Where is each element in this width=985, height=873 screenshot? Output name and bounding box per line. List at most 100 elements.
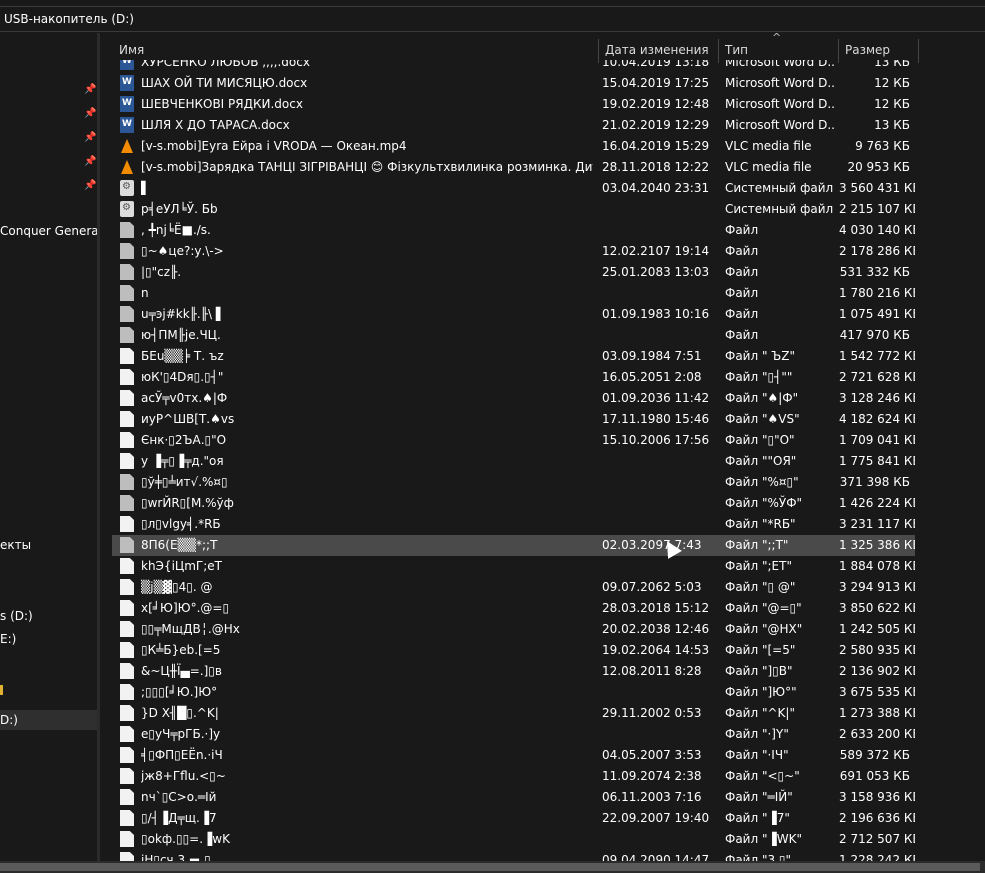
file-row[interactable]: &~Ц╫Ї▄=.]▯в 12.08.2011 8:28 Файл "]▯В" 2 13… bbox=[112, 661, 915, 682]
pin-icon: 📌 bbox=[84, 180, 97, 191]
word-icon bbox=[120, 75, 134, 91]
file-row[interactable]: Єнк·▯2ЪА.▯"О 15.10.2006 17:56 Файл "▯"О" 1 … bbox=[112, 430, 915, 451]
file-row[interactable]: ю┤ПМ╟je.ЧЦ. Файл 417 970 КБ bbox=[112, 325, 915, 346]
file-row[interactable]: ▯▯╤МщДВ╎.@Нх 20.02.2038 12:46 Файл "@НХ" 1 … bbox=[112, 619, 915, 640]
file-row[interactable]: p╡eУЛ╘Ў. Бb Системный файл 2 215 107 КБ bbox=[112, 199, 915, 220]
file-type: Файл "▐7" bbox=[725, 811, 790, 825]
file-row[interactable]: асЎ╤v0тх.♠|Ф 01.09.2036 11:42 Файл "♠|Ф" 3 … bbox=[112, 388, 915, 409]
file-size: 1 775 841 КБ bbox=[839, 454, 915, 468]
nav-item-projects[interactable]: екты bbox=[0, 535, 31, 555]
nav-scrollbar[interactable] bbox=[97, 33, 100, 861]
file-row[interactable]: khЭ{iЦmГ;eТ Файл ";ЕТ" 1 884 078 КБ bbox=[112, 556, 915, 577]
file-size: 12 КБ bbox=[874, 97, 910, 111]
file-row[interactable]: у ▐╤▯▐╤д."оя Файл ""ОЯ" 1 775 841 КБ bbox=[112, 451, 915, 472]
column-type-label: Тип bbox=[725, 43, 748, 57]
file-name: ;▯▯▯[╛Ю.]Ю° bbox=[141, 685, 218, 699]
column-date-header[interactable]: Дата изменения bbox=[600, 33, 718, 61]
file-name: x[╛Ю]Ю°.@=▯ bbox=[141, 601, 230, 615]
file-row[interactable]: ШЛЯ Х ДО ТАРАСА.docx 21.02.2019 12:29 Micr… bbox=[112, 115, 915, 136]
file-icon bbox=[120, 684, 134, 700]
file-row[interactable]: ХУРСЕНКО ЛЮБОВ ,,,,.docx 10.04.2019 13:18… bbox=[112, 60, 915, 73]
file-icon bbox=[120, 831, 134, 847]
file-row[interactable]: iH▯сч 3 ▬ ▯ 09.04.2090 14:47 Файл "3 ▯" 1 2… bbox=[112, 850, 915, 861]
file-type: Файл "▯"О" bbox=[725, 433, 795, 447]
file-row[interactable]: jж8+Гflu.<▯~ 11.09.2074 2:38 Файл "<▯~" 691… bbox=[112, 766, 915, 787]
file-icon bbox=[120, 810, 134, 826]
file-icon bbox=[120, 621, 134, 637]
file-row[interactable]: [v-s.mobi]Eyra Ейра і VRODA — Океан.mp4 1… bbox=[112, 136, 915, 157]
file-size: 3 158 936 КБ bbox=[839, 790, 915, 804]
file-size: 1 242 505 КБ bbox=[839, 622, 915, 636]
file-date: 09.04.2090 14:47 bbox=[602, 853, 710, 861]
file-row[interactable]: x[╛Ю]Ю°.@=▯ 28.03.2018 15:12 Файл "@=▯" 3 8… bbox=[112, 598, 915, 619]
file-row[interactable]: nч`▯C>о.═Ій 06.11.2003 7:16 Файл "═ІЙ" 3 15… bbox=[112, 787, 915, 808]
file-row[interactable]: ▯wrЙR▯[М.%ўф Файл "%ЎФ" 1 426 224 КБ bbox=[112, 493, 915, 514]
file-size: 3 128 246 КБ bbox=[839, 391, 915, 405]
file-row[interactable]: u╤эj#kk╟.╟\ ▌ 01.09.1983 10:16 Файл 1 075 4… bbox=[112, 304, 915, 325]
file-icon bbox=[120, 474, 134, 490]
file-type: Файл "@НХ" bbox=[725, 622, 803, 636]
file-icon bbox=[120, 264, 134, 280]
file-name: ШАХ ОЙ ТИ МИСЯЦЮ.docx bbox=[141, 76, 308, 90]
address-path[interactable]: USB-накопитель (D:) bbox=[4, 12, 134, 26]
file-row[interactable]: e▯yЧ╤рГБ.·]у Файл "·]Y" 2 633 200 КБ bbox=[112, 724, 915, 745]
file-row[interactable]: ▯ў╪▯╧ит√.%¤▯ Файл "%¤▯" 371 398 КБ bbox=[112, 472, 915, 493]
file-row[interactable]: ▒j▒▓▯4▯. @ 09.07.2062 5:03 Файл "▯ @" 3 294… bbox=[112, 577, 915, 598]
file-row[interactable]: ▯/┤▐Д╤щ.▐7 22.09.2007 19:40 Файл "▐7" 2 196… bbox=[112, 808, 915, 829]
file-row[interactable]: ШЕВЧЕНКОВІ РЯДКИ.docx 19.02.2019 12:48 Mic… bbox=[112, 94, 915, 115]
file-size: 1 884 078 КБ bbox=[839, 559, 915, 573]
file-type: Системный файл bbox=[725, 181, 834, 195]
address-bar[interactable]: USB-накопитель (D:) bbox=[0, 6, 985, 32]
file-name: &~Ц╫Ї▄=.]▯в bbox=[141, 664, 222, 678]
file-icon bbox=[120, 306, 134, 322]
file-row[interactable]: ▯К╧Б}eb.[=5 19.02.2064 14:53 Файл "[=5" 2 5… bbox=[112, 640, 915, 661]
column-name-header[interactable]: Имя bbox=[114, 33, 598, 61]
file-date: 20.02.2038 12:46 bbox=[602, 622, 710, 636]
file-date: 01.09.2036 11:42 bbox=[602, 391, 710, 405]
file-row[interactable]: ▯л▯vlgy╡.*RБ Файл "*RБ" 3 231 117 КБ bbox=[112, 514, 915, 535]
scrollbar-thumb[interactable] bbox=[0, 863, 980, 871]
file-row[interactable]: ;▯▯▯[╛Ю.]Ю° Файл "]Ю°" 3 675 535 КБ bbox=[112, 682, 915, 703]
file-name: nч`▯C>о.═Ій bbox=[141, 790, 217, 804]
column-size-label: Размер bbox=[845, 43, 891, 57]
file-row[interactable]: ШАХ ОЙ ТИ МИСЯЦЮ.docx 15.04.2019 17:25 Mic… bbox=[112, 73, 915, 94]
file-row[interactable]: юК'▯4Dя▯.▯┤" 16.05.2051 2:08 Файл "▯┤"" 2 7… bbox=[112, 367, 915, 388]
file-type: Файл "]Ю°" bbox=[725, 685, 797, 699]
file-row[interactable]: ▯okф.▯▯=.▐wK Файл "▐WK" 2 712 507 КБ bbox=[112, 829, 915, 850]
nav-item-usb-drive[interactable]: D:) bbox=[0, 710, 97, 730]
horizontal-scrollbar[interactable] bbox=[0, 861, 985, 873]
file-name: ▯~♠це?:у.\-> bbox=[141, 244, 224, 258]
nav-item-drive-e[interactable]: E:) bbox=[0, 629, 16, 649]
file-name: n bbox=[141, 286, 149, 300]
file-row[interactable]: ╡▯ФП▯ЕЁn.·іЧ 04.05.2007 3:53 Файл "·ІЧ" 589… bbox=[112, 745, 915, 766]
file-icon bbox=[120, 600, 134, 616]
file-row[interactable]: n Файл 1 780 216 КБ bbox=[112, 283, 915, 304]
file-size: 1 542 772 КБ bbox=[839, 349, 915, 363]
file-row[interactable]: 8П6(Е▒▒*;;Т 02.03.2097 7:43 Файл ";;T" 1 32… bbox=[112, 535, 915, 556]
file-icon bbox=[120, 348, 134, 364]
pin-icon: 📌 bbox=[84, 156, 97, 167]
column-size-header[interactable]: Размер bbox=[840, 33, 918, 61]
file-type: Microsoft Word D... bbox=[725, 76, 835, 90]
file-size: 1 075 491 КБ bbox=[839, 307, 915, 321]
file-type: VLC media file bbox=[725, 139, 812, 153]
file-row[interactable]: [v-s.mobi]Зарядка ТАНЦІ ЗІГРІВАНЦІ 😊 Фіз… bbox=[112, 157, 915, 178]
file-row[interactable]: }D X╢█▯.^K| 29.11.2002 0:53 Файл "^K|" 1 27… bbox=[112, 703, 915, 724]
file-row[interactable]: иуР^ШВ[Т.♠vs 17.11.1980 15:46 Файл "♠VS" 4 … bbox=[112, 409, 915, 430]
nav-item-generals[interactable]: Conquer Generals Z bbox=[0, 221, 100, 241]
file-row[interactable]: ▌ 03.04.2040 23:31 Системный файл 3 560 431… bbox=[112, 178, 915, 199]
file-row[interactable]: ▯~♠це?:у.\-> 12.02.2107 19:14 Файл 2 178 28… bbox=[112, 241, 915, 262]
file-type: Файл bbox=[725, 244, 759, 258]
file-date: 25.01.2083 13:03 bbox=[602, 265, 710, 279]
file-name: ▯wrЙR▯[М.%ўф bbox=[141, 496, 234, 510]
file-row[interactable]: БЕu▒▒╞ Т. ъz 03.09.1984 7:51 Файл " ЪZ" 1 5… bbox=[112, 346, 915, 367]
nav-item-drive-d[interactable]: s (D:) bbox=[0, 606, 33, 626]
file-name: ▒j▒▓▯4▯. @ bbox=[141, 580, 213, 594]
file-row[interactable]: |▯"cz╟. 25.01.2083 13:03 Файл 531 332 КБ bbox=[112, 262, 915, 283]
navigation-pane: 📌 📌 📌 📌 📌 Conquer Generals Z екты s (D:)… bbox=[0, 33, 100, 861]
file-size: 1 709 041 КБ bbox=[839, 433, 915, 447]
file-row[interactable]: , ╇nj╘Ё■./s. Файл 4 030 140 КБ bbox=[112, 220, 915, 241]
file-name: ШЕВЧЕНКОВІ РЯДКИ.docx bbox=[141, 97, 303, 111]
file-icon bbox=[120, 453, 134, 469]
column-divider[interactable] bbox=[918, 39, 919, 63]
